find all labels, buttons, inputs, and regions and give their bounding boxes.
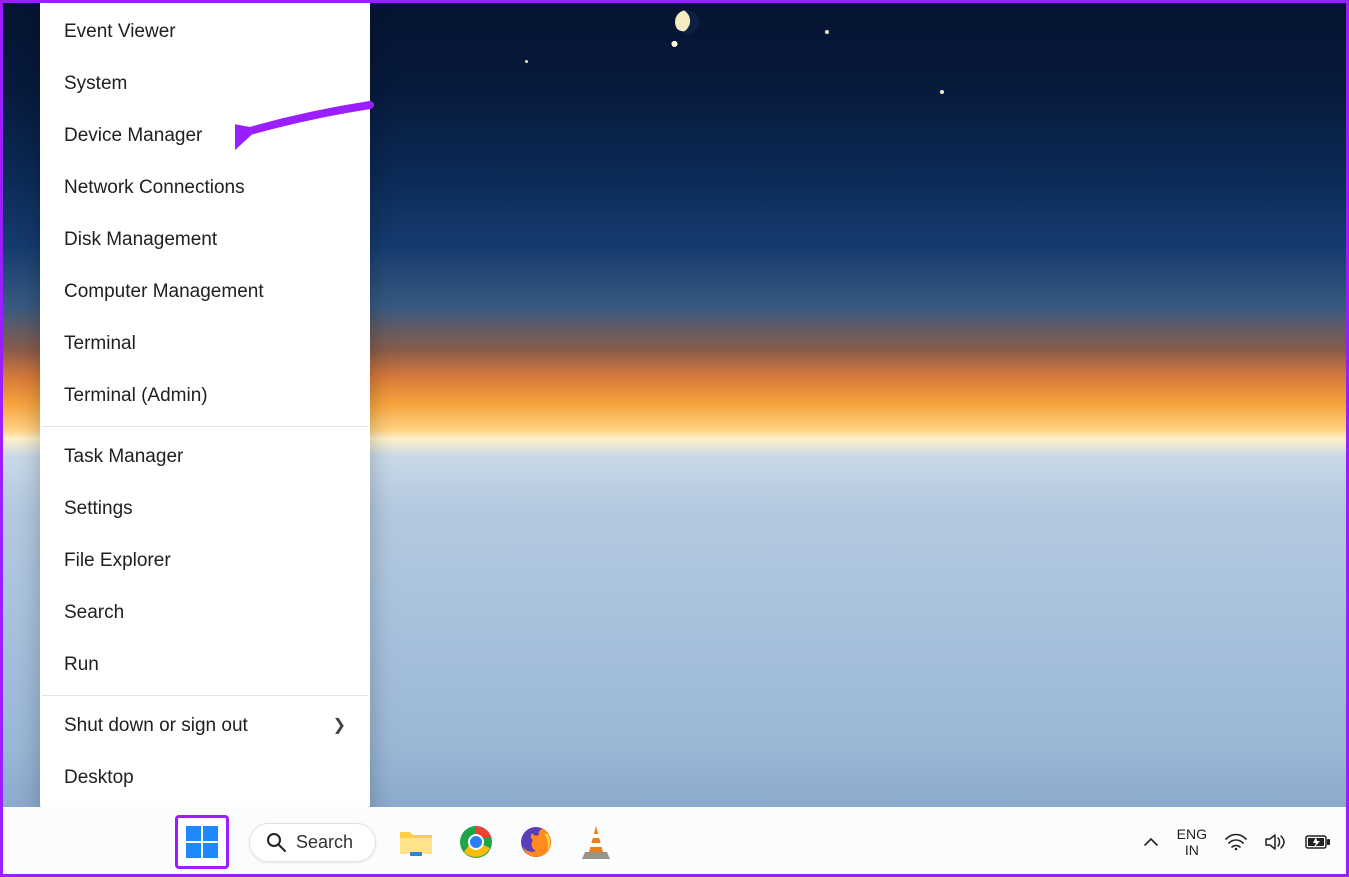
screenshot-border <box>0 0 1349 877</box>
